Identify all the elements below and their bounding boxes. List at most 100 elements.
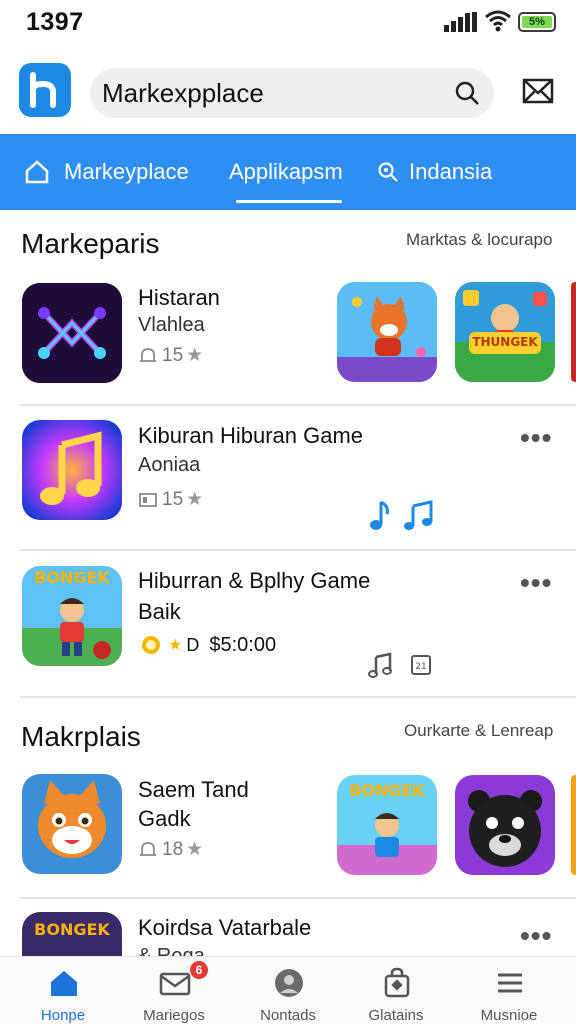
nav-notifications[interactable]: Nontads bbox=[233, 957, 343, 1024]
app-price-row: ★ D $5:0:00 bbox=[138, 632, 276, 658]
nav-messages[interactable]: Mariegos bbox=[119, 957, 229, 1024]
star-icon: ★ bbox=[186, 489, 204, 510]
app-thumbnail[interactable]: THUNGEK bbox=[455, 282, 555, 382]
board-game-icon bbox=[455, 282, 555, 382]
app-subtitle: Vlahlea bbox=[138, 314, 205, 336]
app-subtitle: Baik bbox=[138, 599, 181, 624]
mail-icon[interactable] bbox=[522, 76, 554, 106]
tab-applikapsm[interactable]: Applikapsm bbox=[229, 134, 343, 210]
nav-home[interactable]: Honpe bbox=[8, 957, 118, 1024]
nav-label: Honpe bbox=[40, 1007, 86, 1024]
app-title[interactable]: Koirdsa Vatarbale bbox=[138, 913, 311, 943]
app-thumbnail[interactable] bbox=[22, 774, 122, 874]
rating-prefix: D bbox=[186, 634, 200, 655]
divider bbox=[20, 549, 576, 551]
nav-shop[interactable]: Glatains bbox=[341, 957, 451, 1024]
thumb-text: THUNGEK bbox=[472, 335, 538, 349]
app-thumbnail[interactable]: BONGEK bbox=[22, 912, 122, 956]
app-thumbnail[interactable]: BONGEK bbox=[337, 775, 437, 875]
nav-label: Musnioe bbox=[480, 1007, 538, 1024]
search-value: Markexpplace bbox=[102, 78, 264, 108]
status-bar: 1397 5% bbox=[0, 0, 576, 44]
section-title: Makrplais bbox=[21, 721, 141, 752]
app-subtitle: & Roqa bbox=[138, 945, 205, 956]
section-link[interactable]: Ourkarte & Lenreap bbox=[404, 721, 553, 741]
section-link[interactable]: Marktas & locurapo bbox=[406, 230, 552, 250]
mail-icon bbox=[159, 972, 191, 996]
app-thumbnail-partial[interactable] bbox=[571, 775, 576, 875]
more-options-icon[interactable]: ••• bbox=[520, 567, 552, 599]
search-icon[interactable] bbox=[454, 80, 480, 106]
rating-value: 15 bbox=[162, 488, 184, 510]
app-title[interactable]: Hiburran & Bplhy Game bbox=[138, 566, 370, 596]
nav-label: Glatains bbox=[368, 1007, 424, 1024]
status-time: 1397 bbox=[26, 8, 84, 36]
nav-menu[interactable]: Musnioe bbox=[454, 957, 564, 1024]
tab-bar: Markeyplace Applikapsm Indansia bbox=[0, 134, 576, 210]
tab-markeyplace[interactable]: Markeyplace bbox=[24, 134, 189, 210]
image-icon bbox=[139, 492, 157, 507]
wifi-icon bbox=[485, 10, 511, 32]
nav-label: Nontads bbox=[260, 1007, 316, 1024]
app-rating: 18 ★ bbox=[138, 838, 203, 861]
app-thumbnail-partial[interactable] bbox=[571, 282, 576, 382]
tab-label: Applikapsm bbox=[229, 159, 343, 184]
coin-icon bbox=[142, 636, 160, 654]
divider bbox=[20, 897, 576, 899]
app-thumbnail[interactable] bbox=[22, 283, 122, 383]
thumb-text: BONGEK bbox=[34, 920, 110, 939]
search-input[interactable]: Markexpplace bbox=[90, 68, 494, 118]
music-note-icon bbox=[22, 420, 122, 520]
app-thumbnail[interactable] bbox=[22, 420, 122, 520]
star-icon: ★ bbox=[186, 839, 204, 860]
bell-icon bbox=[140, 347, 156, 362]
home-icon bbox=[25, 160, 49, 184]
music-note-icon bbox=[370, 500, 389, 530]
star-icon: ★ bbox=[186, 345, 204, 366]
nav-label: Mariegos bbox=[143, 1007, 205, 1024]
app-logo[interactable] bbox=[19, 63, 71, 117]
thumb-text: BONGEK bbox=[34, 568, 110, 587]
fox-game-icon bbox=[337, 282, 437, 382]
shopping-bag-icon bbox=[384, 967, 410, 998]
app-title[interactable]: Kiburan Hiburan Game bbox=[138, 421, 363, 451]
tab-active-indicator bbox=[236, 200, 342, 203]
music-notes-icon bbox=[404, 500, 433, 530]
neon-icon bbox=[22, 283, 122, 383]
more-options-icon[interactable]: ••• bbox=[520, 422, 552, 454]
battery-icon: 5% bbox=[518, 12, 556, 32]
search-icon bbox=[378, 162, 398, 182]
tab-label: Markeyplace bbox=[64, 159, 189, 184]
thumb-text: BONGEK bbox=[349, 781, 425, 800]
more-options-icon[interactable]: ••• bbox=[520, 920, 552, 952]
bell-icon bbox=[140, 841, 156, 856]
rating-value: 15 bbox=[162, 344, 184, 366]
calendar-icon: 21 bbox=[411, 655, 431, 675]
app-title[interactable]: Histaran bbox=[138, 283, 220, 313]
divider bbox=[20, 696, 576, 698]
music-notes-icon bbox=[368, 652, 392, 678]
svg-text:21: 21 bbox=[415, 662, 426, 672]
signal-icon bbox=[444, 12, 477, 32]
star-icon: ★ bbox=[168, 637, 183, 654]
app-rating: 15 ★ bbox=[138, 488, 203, 511]
app-thumbnail[interactable] bbox=[337, 282, 437, 382]
tab-indansia[interactable]: Indansia bbox=[377, 134, 492, 210]
tab-label: Indansia bbox=[409, 159, 493, 184]
app-price: $5:0:00 bbox=[209, 633, 277, 656]
divider bbox=[20, 404, 576, 406]
app-rating: 15 ★ bbox=[138, 344, 203, 367]
home-icon bbox=[51, 971, 77, 996]
logo-icon bbox=[30, 72, 56, 108]
app-subtitle: Aoniaa bbox=[138, 454, 201, 476]
app-subtitle: Gadk bbox=[138, 806, 191, 831]
bottom-nav: Honpe Mariegos Nontads Glatains Musnioe bbox=[0, 956, 576, 1024]
app-thumbnail[interactable]: BONGEK bbox=[22, 566, 122, 666]
app-thumbnail[interactable] bbox=[455, 775, 555, 875]
menu-icon bbox=[498, 973, 522, 993]
bear-icon bbox=[455, 775, 555, 875]
section-title: Markeparis bbox=[21, 228, 160, 259]
profile-icon bbox=[275, 969, 303, 997]
rating-value: 18 bbox=[162, 838, 184, 860]
app-title[interactable]: Saem Tand bbox=[138, 775, 249, 805]
